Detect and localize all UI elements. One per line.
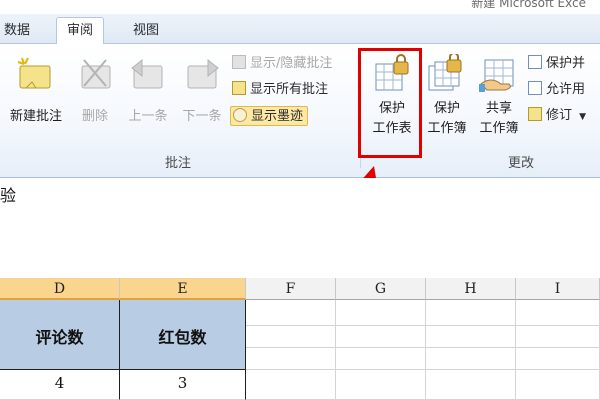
cell-f3[interactable] — [246, 348, 336, 370]
cell-i1[interactable] — [516, 300, 600, 326]
show-hide-comment-icon — [232, 55, 246, 69]
delete-label: 删除 — [81, 109, 108, 124]
show-all-comments-button[interactable]: 显示所有批注 — [232, 80, 328, 100]
cell-d-header-text: 评论数 — [35, 328, 84, 347]
cell-g3[interactable] — [336, 348, 426, 370]
cell-i4[interactable] — [516, 370, 600, 400]
protect-sheet-highlight — [358, 48, 422, 158]
show-all-comments-label: 显示所有批注 — [250, 82, 329, 97]
previous-comment-icon — [131, 58, 163, 89]
cell-h3[interactable] — [426, 348, 516, 370]
show-hide-comment-label: 显示/隐藏批注 — [250, 56, 333, 71]
cell-f1[interactable] — [246, 300, 336, 326]
protect-and-share-button[interactable]: 保护并 — [528, 54, 585, 74]
show-ink-button[interactable]: 显示墨迹 — [230, 106, 309, 126]
allow-users-label: 允许用 — [546, 82, 586, 97]
share-workbook-label-1: 共享 — [485, 101, 512, 116]
cell-i3[interactable] — [516, 348, 600, 370]
cell-i2[interactable] — [516, 326, 600, 348]
show-ink-label: 显示墨迹 — [251, 109, 304, 124]
cell-d-value-text: 4 — [54, 374, 65, 392]
protect-and-share-label: 保护并 — [546, 56, 586, 71]
tab-view[interactable]: 视图 — [133, 20, 159, 44]
track-changes-button[interactable]: 修订 ▼ — [528, 106, 586, 126]
cell-d-header[interactable]: 评论数 — [0, 300, 120, 370]
show-hide-comment-button[interactable]: 显示/隐藏批注 — [232, 54, 332, 74]
share-workbook-label-2: 工作簿 — [479, 121, 519, 136]
cell-g1[interactable] — [336, 300, 426, 326]
cell-g2[interactable] — [336, 326, 426, 348]
formula-content-area: 验 — [0, 178, 600, 278]
new-comment-icon — [17, 57, 51, 89]
protect-workbook-label-1: 保护 — [433, 101, 460, 116]
ribbon: 新建批注 删除 上一条 下一条 显示/隐藏批注 显示所有批注 显示墨迹 批注 保… — [0, 44, 600, 178]
worksheet-grid[interactable]: D E F G H I 评论数 红包数 4 3 — [0, 278, 600, 400]
delete-comment-button[interactable]: 删除 — [74, 54, 116, 134]
changes-group-label: 更改 — [508, 156, 535, 171]
content-text: 验 — [0, 186, 17, 205]
ribbon-tabs: 数据 审阅 视图 — [0, 14, 600, 45]
protect-workbook-button[interactable]: 保护 工作簿 — [422, 54, 472, 146]
protect-workbook-icon — [428, 54, 462, 91]
column-header-d[interactable]: D — [0, 278, 120, 300]
protect-workbook-label-2: 工作簿 — [427, 121, 467, 136]
delete-comment-icon — [81, 59, 111, 89]
cell-e-value[interactable]: 3 — [120, 370, 246, 400]
new-comment-label: 新建批注 — [9, 109, 62, 124]
previous-comment-button[interactable]: 上一条 — [122, 54, 174, 134]
next-label: 下一条 — [182, 109, 222, 124]
allow-users-button[interactable]: 允许用 — [528, 80, 585, 100]
chevron-down-icon[interactable]: ▼ — [579, 112, 586, 122]
protect-and-share-icon — [528, 55, 542, 69]
tab-review[interactable]: 审阅 — [56, 17, 105, 45]
column-header-e[interactable]: E — [120, 278, 246, 300]
cell-e-header-text: 红包数 — [158, 328, 207, 347]
show-all-comments-icon — [232, 81, 246, 95]
track-changes-icon — [528, 107, 542, 121]
cell-g4[interactable] — [336, 370, 426, 400]
tab-data[interactable]: 数据 — [4, 20, 30, 44]
comments-group-label: 批注 — [165, 156, 192, 171]
share-workbook-icon — [479, 59, 514, 92]
cell-e-value-text: 3 — [177, 374, 188, 392]
track-changes-label: 修订 — [546, 108, 573, 123]
column-header-i[interactable]: I — [516, 278, 600, 300]
column-header-f[interactable]: F — [246, 278, 336, 300]
cell-f4[interactable] — [246, 370, 336, 400]
show-ink-icon — [233, 108, 247, 122]
column-header-g[interactable]: G — [336, 278, 426, 300]
cell-h4[interactable] — [426, 370, 516, 400]
title-bar: 新建 Microsoft Exce — [0, 0, 600, 14]
column-header-h[interactable]: H — [426, 278, 516, 300]
cell-h1[interactable] — [426, 300, 516, 326]
cell-f2[interactable] — [246, 326, 336, 348]
share-workbook-button[interactable]: 共享 工作簿 — [474, 54, 524, 146]
cell-d-value[interactable]: 4 — [0, 370, 120, 400]
cell-e-header[interactable]: 红包数 — [120, 300, 246, 370]
allow-users-icon — [528, 81, 542, 95]
previous-label: 上一条 — [128, 109, 168, 124]
next-comment-icon — [187, 58, 219, 89]
cell-h2[interactable] — [426, 326, 516, 348]
new-comment-button[interactable]: 新建批注 — [4, 54, 68, 134]
window-title: 新建 Microsoft Exce — [471, 0, 586, 10]
next-comment-button[interactable]: 下一条 — [176, 54, 228, 134]
